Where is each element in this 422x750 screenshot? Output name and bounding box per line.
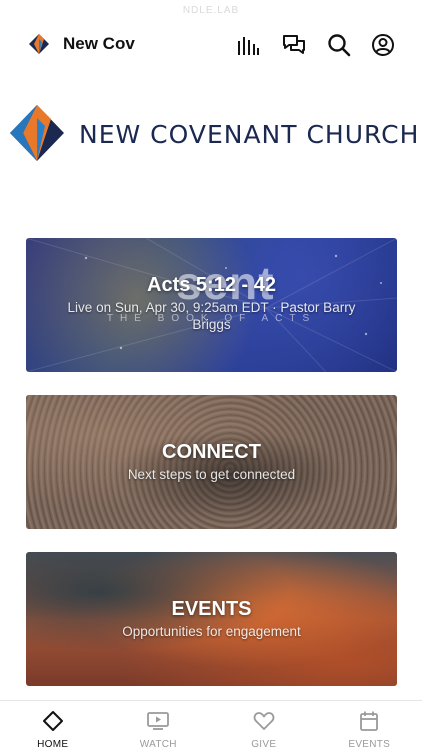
- chat-bubbles-icon[interactable]: [281, 32, 307, 58]
- tab-watch-label: WATCH: [139, 739, 177, 750]
- top-app-bar: New Cov: [0, 24, 422, 64]
- events-title: EVENTS: [171, 598, 252, 620]
- tab-give[interactable]: GIVE: [211, 701, 317, 750]
- search-icon[interactable]: [326, 32, 352, 58]
- tab-events-label: EVENTS: [348, 739, 391, 750]
- tab-watch[interactable]: WATCH: [106, 701, 212, 750]
- play-screen-icon: [146, 710, 170, 732]
- tab-give-label: GIVE: [251, 739, 277, 750]
- events-card[interactable]: EVENTS Opportunities for engagement: [26, 552, 397, 686]
- church-brand-banner: NEW COVENANT CHURCH: [0, 104, 422, 164]
- connect-subtitle: Next steps to get connected: [127, 467, 296, 482]
- sermon-title: Acts 5:12 - 42: [147, 273, 276, 296]
- app-title: New Cov: [63, 34, 135, 53]
- connect-card[interactable]: CONNECT Next steps to get connected: [26, 395, 397, 529]
- tab-events[interactable]: EVENTS: [317, 701, 422, 750]
- tab-home-label: HOME: [37, 739, 69, 750]
- app-logo-icon: [29, 34, 49, 54]
- events-subtitle: Opportunities for engagement: [122, 624, 301, 639]
- bottom-tab-bar: HOME WATCH GIVE EVENTS: [0, 700, 422, 750]
- church-logo-icon: [10, 105, 64, 161]
- heart-icon: [252, 710, 276, 732]
- home-diamond-icon: [41, 710, 65, 732]
- status-bar: NDLE.LAB: [0, 0, 422, 24]
- sermon-card[interactable]: sent THE BOOK OF ACTS Acts 5:12 - 42 Liv…: [26, 238, 397, 372]
- sermon-subtitle: Live on Sun, Apr 30, 9:25am EDT · Pastor…: [67, 299, 356, 332]
- status-bar-text: NDLE.LAB: [182, 5, 240, 16]
- calendar-icon: [357, 710, 381, 732]
- profile-icon[interactable]: [370, 32, 396, 58]
- church-name: NEW COVENANT CHURCH: [79, 120, 420, 149]
- connect-title: CONNECT: [162, 441, 261, 463]
- tab-home[interactable]: HOME: [0, 701, 106, 750]
- sound-bars-icon[interactable]: [235, 32, 261, 58]
